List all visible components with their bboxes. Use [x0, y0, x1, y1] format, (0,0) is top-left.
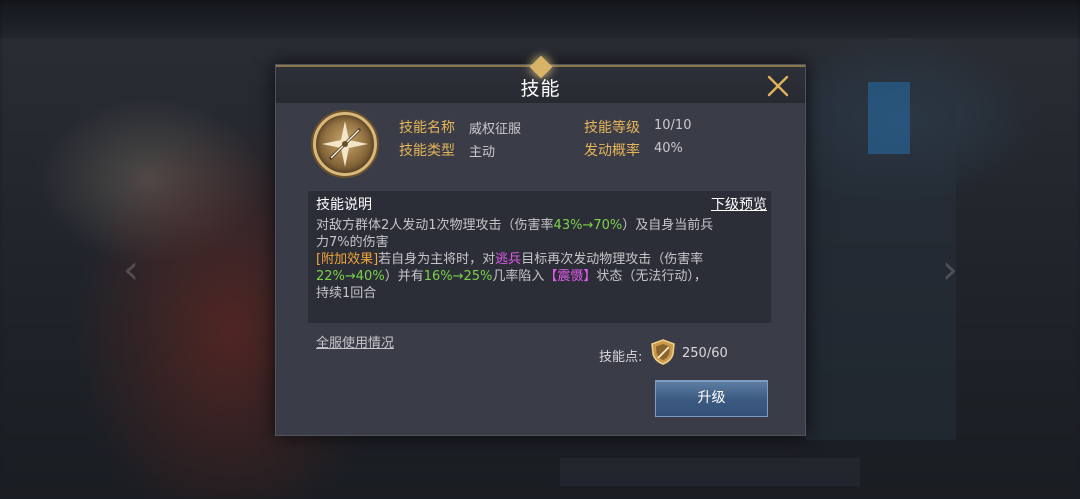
trigger-rate-label: 发动概率	[584, 143, 640, 159]
close-icon	[767, 75, 789, 97]
desc-text-segment: 状态（无法行动），	[596, 269, 707, 284]
desc-text-segment: 若自身为主将时，对	[378, 252, 496, 267]
trigger-rate-value: 40%	[654, 141, 683, 156]
desc-text-segment: 对敌方群体2人发动1次物理攻击（伤害率	[316, 218, 554, 233]
description-line: [附加效果]若自身为主将时，对逃兵目标再次发动物理攻击（伤害率	[316, 251, 764, 268]
close-button[interactable]	[765, 73, 791, 99]
background-top-bar	[0, 0, 1080, 38]
skill-type-label: 技能类型	[399, 143, 455, 159]
skill-name-value: 威权征服	[469, 122, 522, 137]
desc-text-segment: 几率陷入	[492, 269, 545, 284]
description-line: 对敌方群体2人发动1次物理攻击（伤害率43%→70%）及自身当前兵	[316, 217, 764, 234]
upgrade-button[interactable]: 升级	[655, 380, 768, 417]
dialog-header: 技能	[276, 55, 805, 103]
desc-text-segment: ）及自身当前兵	[622, 218, 714, 233]
skill-name-label: 技能名称	[399, 120, 455, 136]
compass-sword-icon	[313, 112, 377, 176]
background-tab	[868, 82, 910, 154]
skill-dialog: 技能 技能名称 威权征服 技能等级 10/10 技能类型 主动 发动概率 40%…	[275, 55, 806, 436]
desc-text-segment: 持续1回合	[316, 286, 377, 301]
deserter-keyword: 逃兵	[495, 252, 522, 267]
desc-text-segment: 力7%的伤害	[316, 235, 389, 250]
description-text: 对敌方群体2人发动1次物理攻击（伤害率43%→70%）及自身当前兵 力7%的伤害…	[316, 217, 764, 302]
stun-status-keyword: 【震慑】	[544, 269, 597, 284]
description-title: 技能说明	[316, 197, 372, 213]
extra-effect-tag: [附加效果]	[316, 252, 379, 267]
skill-level-label: 技能等级	[584, 120, 640, 136]
desc-text-segment: 目标再次发动物理攻击（伤害率	[521, 252, 704, 267]
description-line: 22%→40%）并有16%→25%几率陷入【震慑】状态（无法行动），	[316, 268, 764, 285]
skill-points-label: 技能点:	[599, 350, 643, 365]
dialog-title: 技能	[520, 78, 561, 100]
chevron-left-icon: ‹	[123, 247, 139, 293]
desc-text-segment: ）并有	[384, 269, 424, 284]
next-level-preview-link[interactable]: 下级预览	[711, 194, 767, 214]
description-line: 持续1回合	[316, 285, 764, 302]
damage-rate-value: 43%→70%	[553, 218, 623, 233]
server-usage-link[interactable]: 全服使用情况	[316, 332, 394, 351]
skill-level-value: 10/10	[654, 118, 692, 133]
skill-description-box: 技能说明 下级预览 对敌方群体2人发动1次物理攻击（伤害率43%→70%）及自身…	[308, 191, 771, 323]
damage-rate-value: 22%→40%	[316, 269, 385, 284]
skill-type-value: 主动	[469, 145, 496, 160]
skill-points-value: 250/60	[682, 346, 728, 361]
description-line: 力7%的伤害	[316, 234, 764, 251]
background-bottom-tags	[560, 458, 860, 486]
chevron-right-icon: ›	[942, 247, 958, 293]
chance-value: 16%→25%	[423, 269, 493, 284]
skill-point-shield-icon	[649, 338, 677, 366]
